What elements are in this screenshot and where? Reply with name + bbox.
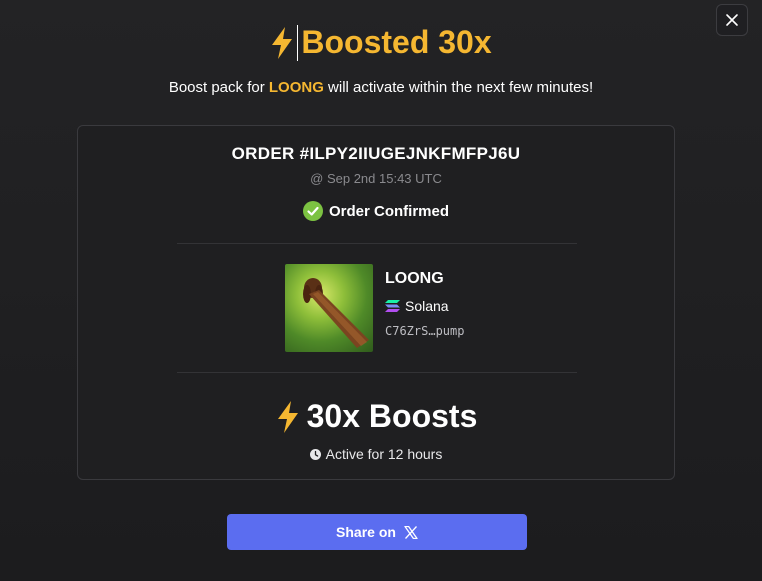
- chain-label: Solana: [405, 298, 449, 314]
- token-image: [285, 264, 373, 352]
- order-status: Order Confirmed: [78, 201, 674, 221]
- token-summary: LOONG Solana C76ZrS…pump: [285, 264, 464, 352]
- boost-amount-label: 30x Boosts: [306, 398, 478, 434]
- divider: [177, 372, 577, 373]
- order-time: @ Sep 2nd 15:43 UTC: [310, 171, 442, 186]
- modal-title: Boosted 30x: [0, 24, 762, 61]
- order-status-label: Order Confirmed: [328, 202, 449, 220]
- boost-amount: 30x Boosts: [78, 398, 674, 435]
- x-logo-icon: [404, 525, 418, 539]
- token-chain: Solana: [385, 298, 464, 314]
- boost-confirmation-modal: Boosted 30x Boost pack for LOONG will ac…: [0, 0, 762, 581]
- check-circle-icon: [302, 201, 323, 221]
- token-address[interactable]: C76ZrS…pump: [385, 324, 464, 338]
- dog-photo-icon: [303, 278, 369, 348]
- title-text: Boosted 30x: [301, 24, 492, 60]
- lightning-icon: [277, 400, 298, 433]
- share-on-x-button[interactable]: Share on: [227, 514, 527, 550]
- divider: [177, 243, 577, 244]
- token-info: LOONG Solana C76ZrS…pump: [385, 264, 464, 352]
- solana-icon: [385, 300, 400, 312]
- token-name: LOONG: [385, 270, 444, 287]
- lightning-icon: [270, 26, 294, 60]
- subtitle-suffix: will activate within the next few minute…: [328, 79, 594, 96]
- share-label: Share on: [336, 524, 396, 540]
- boost-duration-label: Active for 12 hours: [325, 446, 443, 462]
- subtitle: Boost pack for LOONG will activate withi…: [0, 79, 762, 96]
- text-caret: [297, 24, 299, 61]
- subtitle-prefix: Boost pack for: [168, 79, 265, 96]
- subtitle-token: LOONG: [268, 79, 324, 96]
- order-card: ORDER #ILPY2IIUGEJNKFMFPJ6U @ Sep 2nd 15…: [77, 125, 675, 480]
- boost-duration: Active for 12 hours: [78, 446, 674, 462]
- clock-icon: [309, 448, 321, 460]
- order-id: ORDER #ILPY2IIUGEJNKFMFPJ6U: [231, 144, 521, 163]
